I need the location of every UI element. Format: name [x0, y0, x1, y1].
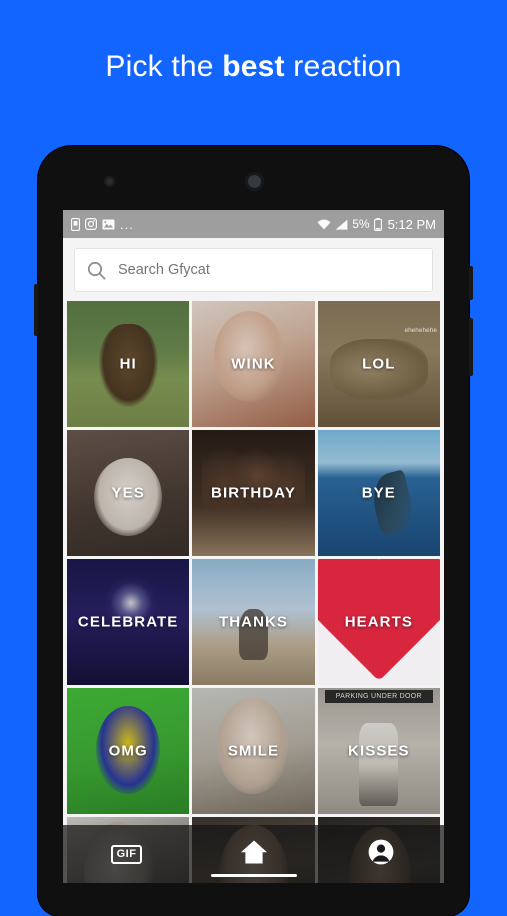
gif-icon: GIF: [110, 844, 143, 864]
phone-screen: ... 5% 5:12 PM Search Gfycat HI WINK ehe…: [63, 210, 444, 883]
home-indicator: [210, 874, 297, 877]
wifi-icon: [317, 219, 331, 230]
battery-percent: 5%: [352, 217, 370, 231]
phone-volume-button: [469, 266, 473, 300]
search-icon: [87, 261, 106, 280]
gif-tab[interactable]: GIF: [99, 831, 155, 877]
page-title-before: Pick the: [105, 50, 223, 83]
home-tab[interactable]: [226, 831, 282, 877]
phone-top-bezel: [38, 146, 469, 210]
tile-yes[interactable]: YES: [67, 430, 190, 556]
tile-label: YES: [111, 484, 145, 502]
search-input[interactable]: [118, 262, 420, 278]
tile-hearts[interactable]: HEARTS: [317, 559, 440, 685]
phone-side-button-left: [34, 284, 38, 336]
tile-omg[interactable]: OMG: [67, 688, 190, 814]
person-icon: [368, 839, 394, 870]
page-title-emphasis: best: [222, 50, 285, 83]
cellular-signal-icon: [335, 219, 348, 230]
tile-label: HEARTS: [344, 613, 413, 631]
page-title-after: reaction: [284, 50, 402, 83]
tile-label: BIRTHDAY: [211, 484, 296, 502]
tile-label: THANKS: [218, 613, 289, 631]
profile-tab[interactable]: [353, 831, 409, 877]
tile-bye[interactable]: BYE: [317, 430, 440, 556]
status-bar: ... 5% 5:12 PM: [63, 210, 444, 238]
sim-card-icon: [71, 217, 80, 231]
more-icon: ...: [120, 216, 134, 232]
status-bar-right: 5% 5:12 PM: [317, 217, 436, 232]
page-title: Pick the best reaction: [0, 50, 507, 84]
tile-label: SMILE: [227, 742, 280, 760]
tile-kisses[interactable]: PARKING UNDER DOOR KISSES: [317, 688, 440, 814]
reaction-grid: HI WINK ehehehehe LOL YES BIRTHDAY BYE C…: [63, 301, 444, 883]
tile-watermark: ehehehehe: [404, 327, 437, 334]
search-bar[interactable]: [74, 248, 433, 292]
tile-label: OMG: [108, 742, 148, 760]
tile-label: CELEBRATE: [77, 613, 179, 631]
tile-birthday[interactable]: BIRTHDAY: [192, 430, 315, 556]
tile-wink[interactable]: WINK: [192, 301, 315, 427]
tile-smile[interactable]: SMILE: [192, 688, 315, 814]
phone-mockup: ... 5% 5:12 PM Search Gfycat HI WINK ehe…: [34, 146, 473, 916]
tile-lol[interactable]: ehehehehe LOL: [317, 301, 440, 427]
status-bar-left: ...: [71, 216, 317, 232]
tile-label: KISSES: [348, 742, 410, 760]
front-camera-icon: [245, 172, 264, 191]
tile-label: WINK: [231, 355, 276, 373]
tile-thanks[interactable]: THANKS: [192, 559, 315, 685]
tile-label: BYE: [361, 484, 396, 502]
camera-icon: [85, 218, 97, 230]
tile-hi[interactable]: HI: [67, 301, 190, 427]
tile-label: LOL: [362, 355, 396, 373]
battery-icon: [373, 217, 382, 231]
status-clock: 5:12 PM: [387, 216, 436, 232]
image-icon: [102, 219, 115, 230]
home-icon: [240, 839, 268, 870]
phone-power-button: [469, 318, 473, 376]
front-sensor-icon: [104, 176, 115, 187]
search-area: [63, 238, 444, 301]
tile-celebrate[interactable]: CELEBRATE: [67, 559, 190, 685]
app-content: HI WINK ehehehehe LOL YES: [63, 238, 444, 883]
tile-label: HI: [119, 355, 137, 373]
